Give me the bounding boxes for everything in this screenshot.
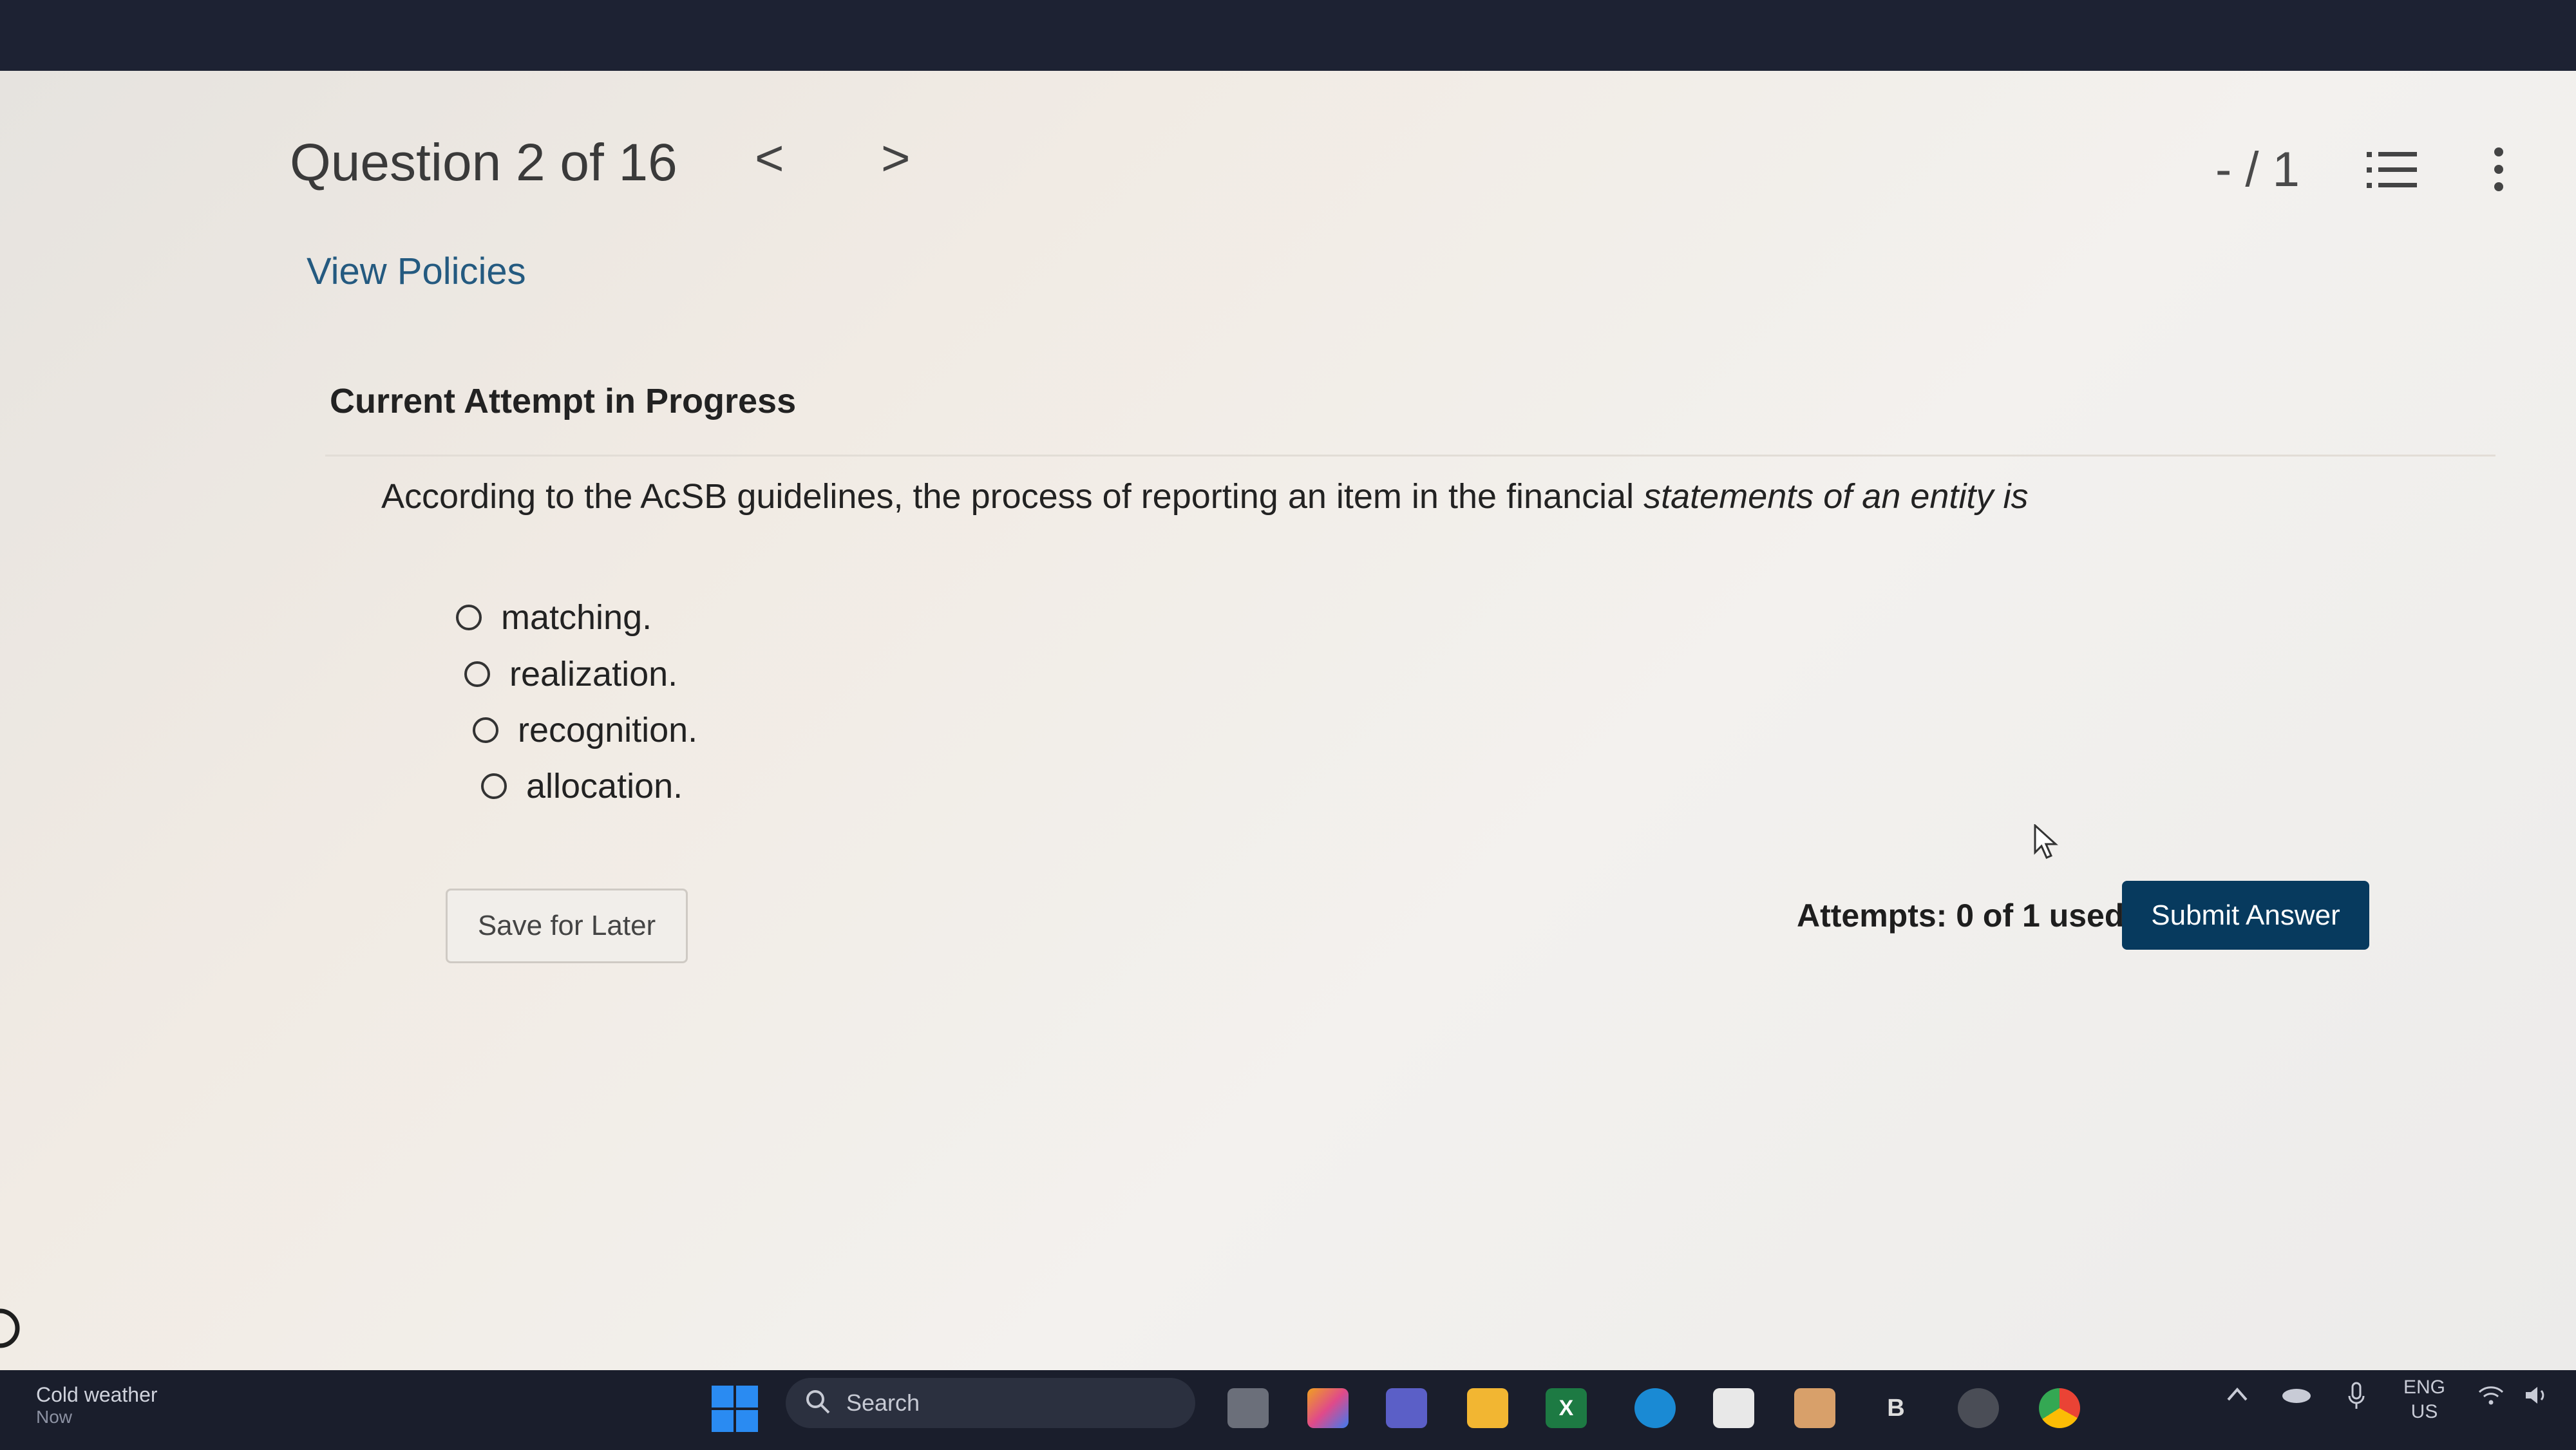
microphone-icon[interactable] [2347, 1382, 2366, 1415]
settings-icon[interactable] [1958, 1388, 1999, 1428]
more-options-icon[interactable] [2491, 147, 2506, 195]
browser-viewport: Question 2 of 16 < > - / 1 View Policies… [0, 71, 2576, 1371]
submit-answer-button[interactable]: Submit Answer [2122, 881, 2369, 950]
view-policies-link[interactable]: View Policies [307, 250, 526, 293]
save-for-later-button[interactable]: Save for Later [446, 889, 688, 963]
answer-option[interactable]: matching. [456, 598, 652, 637]
question-counter: Question 2 of 16 [290, 133, 677, 192]
copilot-icon[interactable] [1307, 1388, 1349, 1428]
question-text: According to the AcSB guidelines, the pr… [381, 476, 2028, 516]
section-divider [325, 455, 2496, 457]
weather-subtitle: Now [36, 1407, 73, 1427]
answer-option[interactable]: allocation. [481, 766, 683, 806]
onedrive-icon[interactable] [2281, 1384, 2312, 1409]
attempts-counter: Attempts: 0 of 1 used [1797, 898, 2125, 934]
answer-option[interactable]: recognition. [473, 710, 697, 750]
radio-button[interactable] [481, 773, 507, 799]
excel-icon[interactable]: X [1546, 1388, 1587, 1428]
chrome-icon[interactable] [2039, 1388, 2080, 1428]
store-icon[interactable] [1794, 1388, 1835, 1428]
question-score: - / 1 [2215, 142, 2300, 197]
question-text-italic: statements of an entity is [1634, 477, 2029, 516]
app-b-icon[interactable]: B [1875, 1388, 1917, 1428]
taskbar-search-label: Search [846, 1389, 920, 1416]
windows-start-icon[interactable] [712, 1386, 758, 1435]
file-explorer-icon[interactable] [1467, 1388, 1508, 1428]
weather-title: Cold weather [36, 1383, 158, 1406]
previous-question-button[interactable]: < [755, 133, 784, 183]
edge-icon[interactable] [1634, 1388, 1676, 1428]
attempt-status-heading: Current Attempt in Progress [330, 382, 797, 420]
weather-widget[interactable]: Cold weather Now [36, 1383, 158, 1427]
answer-option-label: realization. [509, 655, 678, 693]
answer-option[interactable]: realization. [464, 654, 677, 694]
radio-button[interactable] [456, 605, 482, 630]
mouse-cursor-icon [2034, 823, 2060, 863]
wifi-icon[interactable] [2477, 1384, 2505, 1411]
answer-option-label: recognition. [518, 711, 698, 749]
answer-option-label: matching. [501, 598, 652, 637]
region-code: US [2410, 1401, 2438, 1422]
language-code: ENG [2403, 1377, 2446, 1398]
chevron-up-icon[interactable] [2226, 1384, 2249, 1409]
search-icon [805, 1389, 831, 1418]
radio-button[interactable] [464, 661, 490, 687]
question-text-plain: According to the AcSB guidelines, the pr… [381, 477, 1634, 516]
next-question-button[interactable]: > [881, 133, 911, 183]
radio-button[interactable] [473, 717, 498, 743]
amazon-icon[interactable] [1713, 1388, 1754, 1428]
crescent-icon [0, 1307, 26, 1355]
volume-icon[interactable] [2524, 1384, 2553, 1411]
question-list-icon[interactable] [2367, 148, 2418, 196]
language-indicator[interactable]: ENG US [2403, 1375, 2445, 1424]
windows-taskbar: Cold weather Now Search X B ENG US [0, 1370, 2576, 1450]
answer-option-label: allocation. [526, 767, 683, 805]
teams-icon[interactable] [1386, 1388, 1427, 1428]
taskbar-search-box[interactable]: Search [786, 1378, 1195, 1428]
task-view-icon[interactable] [1227, 1388, 1269, 1428]
